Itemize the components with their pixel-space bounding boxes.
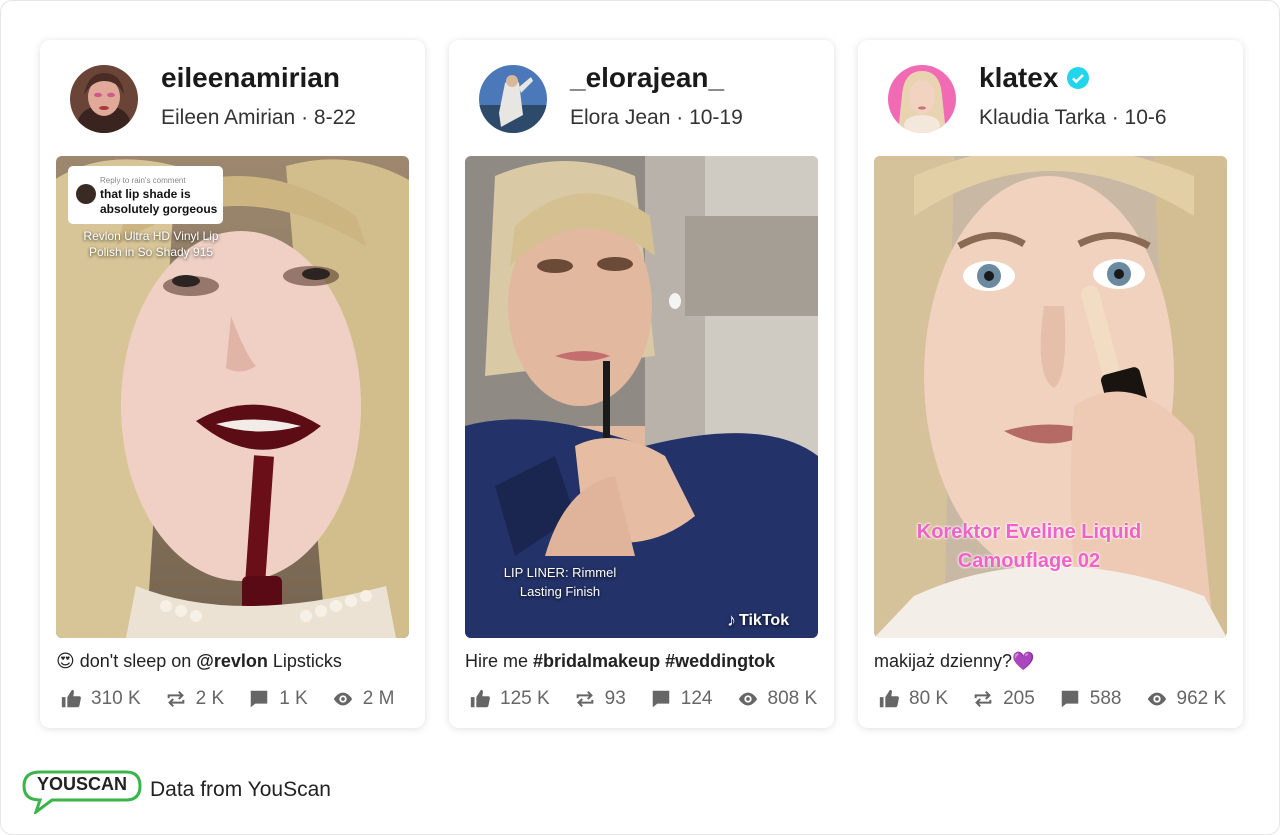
likes-stat: 310 K bbox=[60, 688, 165, 710]
product-overlay: LIP LINER: Rimmel Lasting Finish bbox=[503, 565, 617, 599]
comments-stat: 1 K bbox=[248, 688, 332, 710]
product-overlay: Korektor Eveline Liquid Camouflage 02 bbox=[916, 521, 1142, 572]
avatar[interactable] bbox=[479, 65, 547, 133]
shares-stat: 205 bbox=[972, 688, 1059, 710]
eye-icon bbox=[1147, 692, 1166, 706]
repost-icon bbox=[974, 690, 992, 708]
thumbs-up-icon bbox=[61, 689, 81, 708]
comments-stat: 588 bbox=[1059, 688, 1146, 710]
comment-icon bbox=[1061, 690, 1079, 708]
footer-attribution: Data from YouScan bbox=[150, 778, 331, 801]
youscan-logo[interactable]: YOUSCAN bbox=[22, 770, 142, 817]
repost-icon bbox=[167, 690, 184, 708]
tiktok-icon: ♪ bbox=[727, 610, 736, 630]
comments-stat: 124 bbox=[650, 688, 737, 710]
eye-icon bbox=[333, 692, 352, 706]
logo-text: YOUSCAN bbox=[36, 774, 127, 794]
comment-icon bbox=[652, 690, 670, 708]
video-thumbnail[interactable]: LIP LINER: Rimmel Lasting Finish ♪ TikTok bbox=[465, 156, 818, 638]
username[interactable]: klatex bbox=[979, 62, 1090, 94]
author-date: Klaudia Tarka · 10-6 bbox=[979, 106, 1167, 129]
likes-stat: 125 K bbox=[469, 688, 574, 710]
username[interactable]: _elorajean_ bbox=[570, 62, 724, 94]
verified-badge-icon bbox=[1067, 67, 1090, 89]
post-caption: Hire me #bridalmakeup #weddingtok bbox=[465, 651, 776, 671]
thumbs-up-icon bbox=[879, 689, 899, 708]
shares-stat: 93 bbox=[574, 688, 650, 710]
video-thumbnail[interactable]: Korektor Eveline Liquid Camouflage 02 bbox=[874, 156, 1227, 638]
post-card-1[interactable]: eileenamirian Eileen Amirian · 8-22 Repl… bbox=[40, 40, 425, 728]
comment-icon bbox=[250, 690, 268, 708]
repost-icon bbox=[576, 690, 593, 708]
avatar[interactable] bbox=[888, 65, 956, 133]
shares-stat: 2 K bbox=[165, 688, 249, 710]
post-caption: 😍 don't sleep on @revlon Lipsticks bbox=[56, 651, 342, 671]
post-stats: 310 K 2 K 1 K 2 M bbox=[60, 688, 418, 710]
video-thumbnail[interactable]: Reply to rain's comment that lip shade i… bbox=[56, 156, 409, 638]
footer: YOUSCAN Data from YouScan bbox=[22, 770, 331, 817]
author-date: Elora Jean · 10-19 bbox=[570, 106, 743, 129]
eye-icon bbox=[738, 692, 757, 706]
reply-comment: that lip shade is absolutely gorgeous bbox=[100, 187, 218, 216]
views-stat: 962 K bbox=[1146, 688, 1251, 710]
thumbs-up-icon bbox=[470, 689, 490, 708]
likes-stat: 80 K bbox=[878, 688, 972, 710]
author-date: Eileen Amirian · 8-22 bbox=[161, 106, 356, 129]
username[interactable]: eileenamirian bbox=[161, 62, 340, 94]
post-card-2[interactable]: _elorajean_ Elora Jean · 10-19 LIP LINER… bbox=[449, 40, 834, 728]
tiktok-watermark: ♪ TikTok bbox=[727, 610, 790, 630]
post-stats: 80 K 205 588 962 K bbox=[878, 688, 1250, 710]
product-overlay: Revlon Ultra HD Vinyl Lip Polish in So S… bbox=[83, 229, 219, 259]
views-stat: 808 K bbox=[737, 688, 842, 710]
views-stat: 2 M bbox=[332, 688, 419, 710]
avatar[interactable] bbox=[70, 65, 138, 133]
post-caption: makijaż dzienny?💜 bbox=[874, 651, 1035, 671]
post-card-3[interactable]: klatex Klaudia Tarka · 10-6 Korektor Eve bbox=[858, 40, 1243, 728]
post-stats: 125 K 93 124 808 K bbox=[469, 688, 841, 710]
reply-label: Reply to rain's comment bbox=[100, 176, 186, 185]
